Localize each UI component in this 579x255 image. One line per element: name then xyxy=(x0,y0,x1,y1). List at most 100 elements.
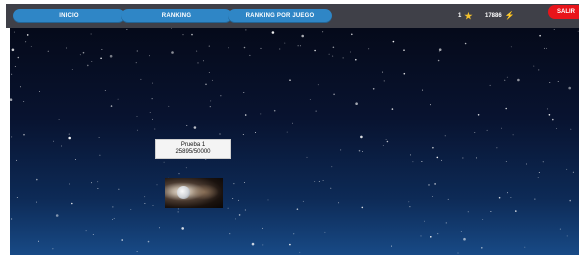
star xyxy=(23,133,25,136)
star xyxy=(340,149,342,151)
star xyxy=(243,46,246,49)
star xyxy=(391,245,392,247)
star xyxy=(474,131,476,133)
star xyxy=(11,218,13,220)
star xyxy=(368,48,370,50)
star xyxy=(112,219,114,221)
star xyxy=(349,51,351,53)
star xyxy=(98,137,100,139)
level-thumbnail[interactable] xyxy=(165,178,223,208)
star xyxy=(542,161,544,163)
star xyxy=(317,84,319,86)
star xyxy=(566,168,568,170)
star xyxy=(126,29,128,31)
level-card[interactable]: Prueba 1 25895/50000 xyxy=(155,139,231,159)
star xyxy=(243,92,245,94)
star xyxy=(244,209,246,211)
star xyxy=(66,47,68,49)
star xyxy=(421,161,423,162)
star xyxy=(36,178,38,181)
star xyxy=(79,54,81,56)
star xyxy=(355,58,357,61)
star xyxy=(504,79,506,81)
star xyxy=(322,31,324,33)
star xyxy=(26,34,29,36)
star xyxy=(16,196,18,198)
star xyxy=(228,47,230,49)
star xyxy=(262,227,264,229)
star xyxy=(332,55,334,57)
star xyxy=(559,228,561,230)
star xyxy=(382,144,384,146)
star xyxy=(569,199,571,202)
star xyxy=(464,42,467,45)
ranking-por-juego-button[interactable]: RANKING POR JUEGO xyxy=(228,9,332,23)
star xyxy=(391,108,394,110)
star xyxy=(437,233,439,235)
star xyxy=(182,34,184,36)
star xyxy=(457,252,459,254)
star xyxy=(14,65,16,67)
inicio-button[interactable]: INICIO xyxy=(13,9,125,23)
star xyxy=(158,227,160,229)
star xyxy=(383,80,385,82)
star xyxy=(55,214,59,217)
star xyxy=(510,197,512,198)
star xyxy=(556,127,558,129)
star xyxy=(462,157,464,159)
star xyxy=(432,146,434,149)
star xyxy=(152,82,154,84)
star xyxy=(409,154,411,156)
star xyxy=(566,235,568,237)
star xyxy=(507,192,508,194)
star xyxy=(227,207,229,209)
star xyxy=(403,49,405,51)
star-icon: ★ xyxy=(464,10,473,21)
star xyxy=(260,47,262,49)
salir-button[interactable]: SALIR xyxy=(548,5,579,19)
star xyxy=(517,78,520,82)
energy-counter: 17886 ⚡ xyxy=(485,9,515,23)
star xyxy=(412,161,414,163)
star xyxy=(324,231,326,233)
star xyxy=(178,173,180,175)
starfield-stars xyxy=(10,28,579,254)
star xyxy=(144,196,146,198)
star xyxy=(85,230,87,232)
star xyxy=(338,202,340,204)
star xyxy=(477,114,480,116)
star xyxy=(351,33,353,36)
star xyxy=(306,156,308,158)
star xyxy=(447,198,449,200)
star xyxy=(39,91,41,92)
star xyxy=(314,49,316,52)
star xyxy=(482,218,484,220)
star xyxy=(533,65,535,67)
star xyxy=(538,69,540,71)
star xyxy=(255,132,256,133)
star xyxy=(113,218,115,220)
star xyxy=(548,114,551,116)
star xyxy=(244,114,247,116)
star xyxy=(501,127,503,129)
star xyxy=(490,211,492,212)
star xyxy=(152,118,154,120)
star xyxy=(147,240,150,243)
star xyxy=(289,79,291,81)
star xyxy=(210,100,212,102)
star xyxy=(154,128,156,130)
star xyxy=(185,167,187,169)
star xyxy=(208,45,210,47)
star xyxy=(420,235,422,237)
star xyxy=(208,72,210,73)
star xyxy=(429,104,431,106)
ranking-button[interactable]: RANKING xyxy=(121,9,232,23)
star xyxy=(117,98,119,100)
star xyxy=(534,198,536,200)
star xyxy=(430,236,432,238)
star xyxy=(38,240,39,242)
star xyxy=(328,53,330,55)
star xyxy=(330,187,332,189)
star xyxy=(547,108,549,110)
level-name: Prueba 1 xyxy=(180,142,206,148)
